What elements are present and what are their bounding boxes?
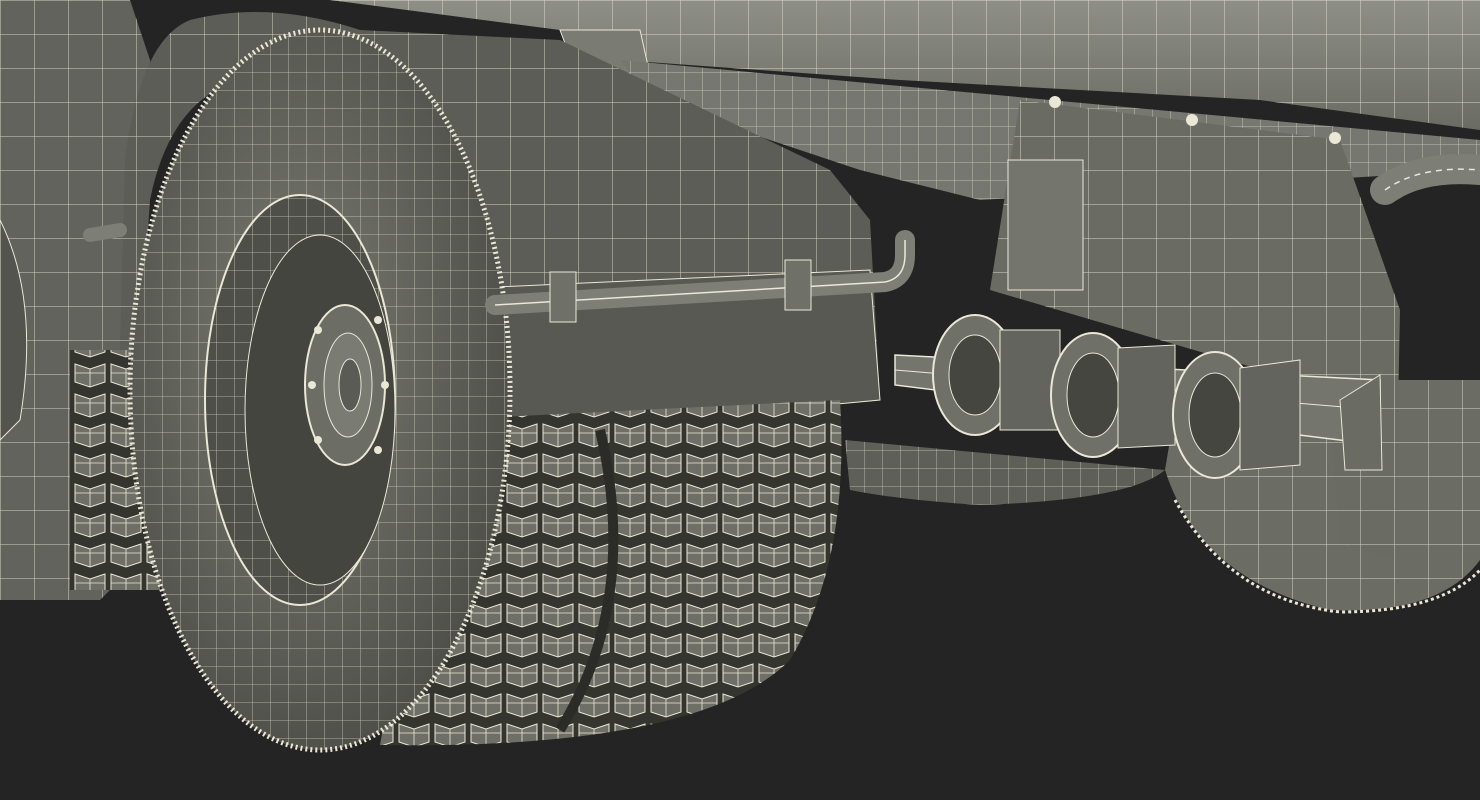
render-viewport: [0, 0, 1480, 800]
tail-lamp: [1050, 332, 1176, 458]
tail-lamp: [932, 314, 1061, 436]
wireframe-render: [0, 0, 1480, 800]
bracket-block: [1007, 159, 1084, 291]
pipe-clamp: [784, 259, 812, 311]
pipe-clamp: [549, 271, 577, 323]
tail-lamp: [1172, 351, 1301, 479]
